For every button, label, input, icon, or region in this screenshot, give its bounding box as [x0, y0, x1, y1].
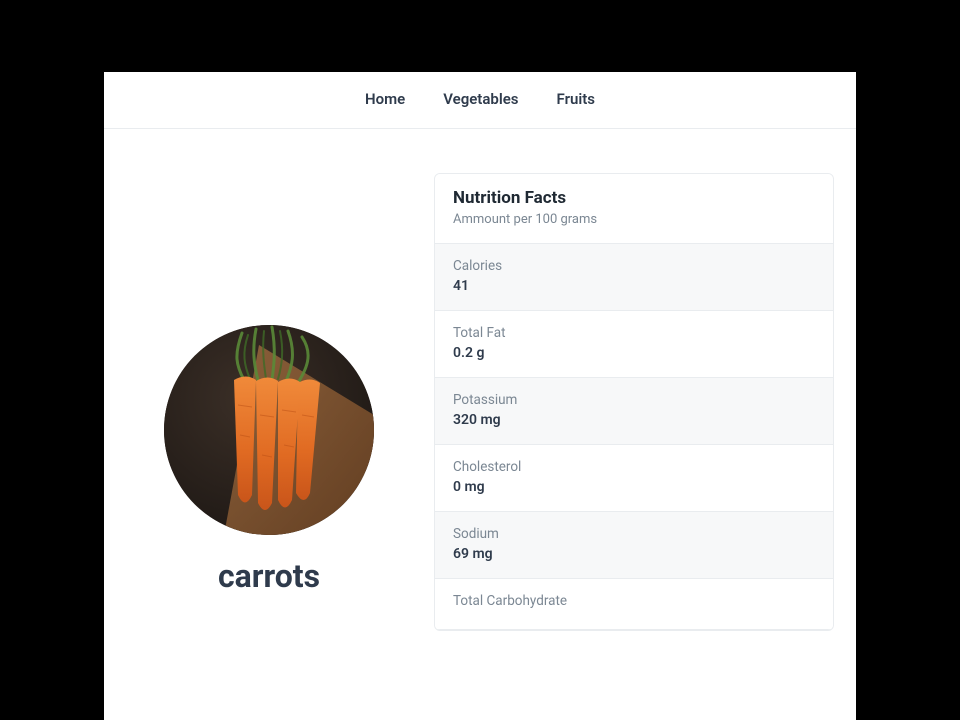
page-container: Home Vegetables Fruits	[104, 72, 856, 720]
fact-row: Calories 41	[435, 244, 833, 311]
nutrition-heading: Nutrition Facts	[453, 188, 815, 208]
fact-label: Potassium	[453, 392, 815, 408]
fact-label: Calories	[453, 258, 815, 274]
nav-link-vegetables[interactable]: Vegetables	[443, 90, 518, 108]
food-title: carrots	[218, 557, 320, 595]
fact-label: Cholesterol	[453, 459, 815, 475]
fact-label: Total Carbohydrate	[453, 593, 815, 609]
fact-row: Sodium 69 mg	[435, 512, 833, 579]
fact-value: 0 mg	[453, 479, 815, 495]
nutrition-subheading: Ammount per 100 grams	[453, 212, 815, 227]
fact-row: Potassium 320 mg	[435, 378, 833, 445]
content-area: carrots Nutrition Facts Ammount per 100 …	[104, 129, 856, 631]
nutrition-panel-wrapper: Nutrition Facts Ammount per 100 grams Ca…	[434, 129, 856, 631]
fact-value: 69 mg	[453, 546, 815, 562]
fact-value: 41	[453, 278, 815, 294]
nav-link-fruits[interactable]: Fruits	[557, 90, 595, 108]
fact-row: Total Carbohydrate	[435, 579, 833, 630]
nutrition-card-header: Nutrition Facts Ammount per 100 grams	[435, 174, 833, 244]
food-image	[164, 325, 374, 535]
fact-row: Cholesterol 0 mg	[435, 445, 833, 512]
top-nav: Home Vegetables Fruits	[104, 72, 856, 129]
nav-link-home[interactable]: Home	[365, 90, 405, 108]
fact-row: Total Fat 0.2 g	[435, 311, 833, 378]
fact-label: Sodium	[453, 526, 815, 542]
nutrition-card: Nutrition Facts Ammount per 100 grams Ca…	[434, 173, 834, 631]
fact-value: 0.2 g	[453, 345, 815, 361]
fact-value: 320 mg	[453, 412, 815, 428]
fact-label: Total Fat	[453, 325, 815, 341]
food-summary: carrots	[104, 129, 434, 631]
